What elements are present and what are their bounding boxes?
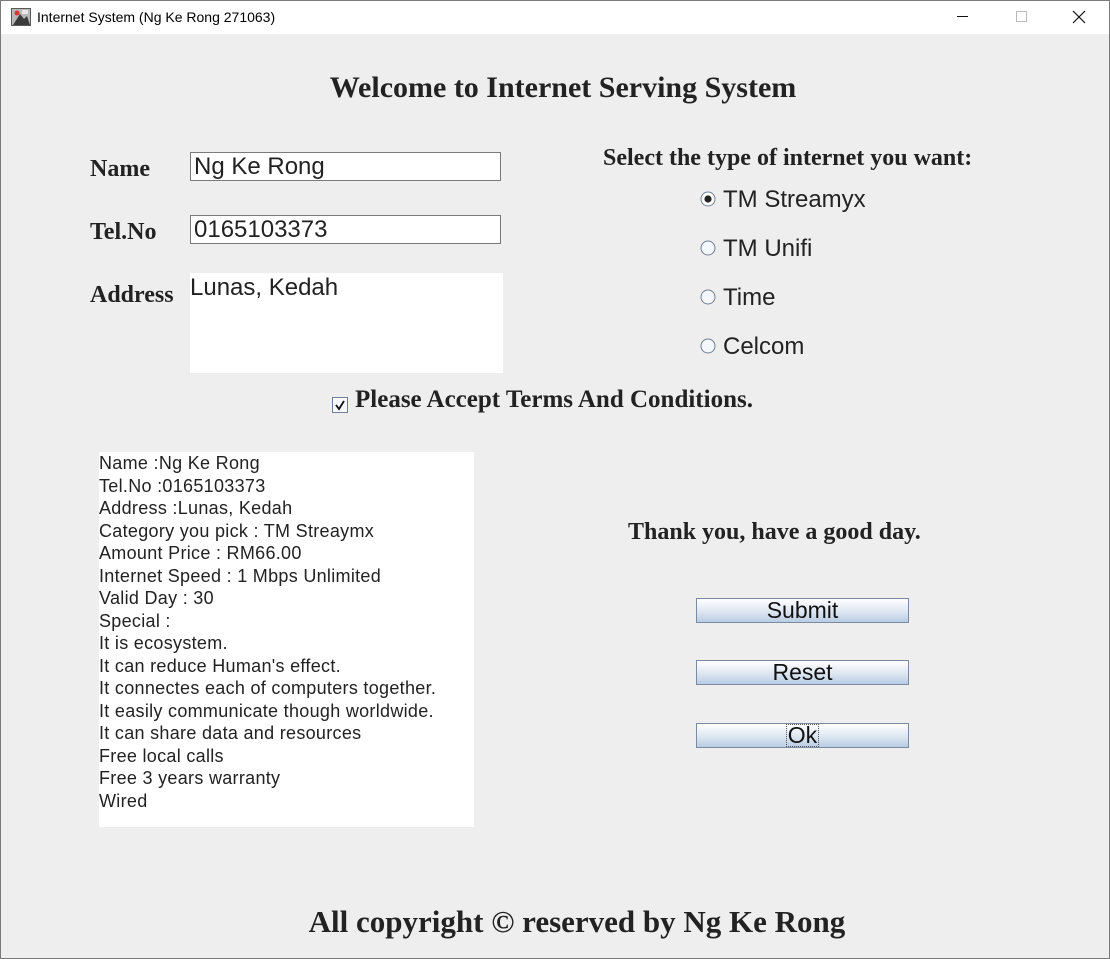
summary-textarea[interactable]: Name :Ng Ke Rong Tel.No :0165103373 Addr… xyxy=(99,452,474,827)
radio-label: Time xyxy=(723,284,776,311)
app-window: Internet System (Ng Ke Rong 271063) Welc… xyxy=(0,0,1110,959)
close-button[interactable] xyxy=(1049,1,1107,34)
radio-label: TM Unifi xyxy=(723,235,813,262)
radio-unselected-icon[interactable] xyxy=(700,289,716,305)
minimize-button[interactable] xyxy=(933,1,991,34)
summary-line: Tel.No :0165103373 xyxy=(99,475,266,496)
title-bar[interactable]: Internet System (Ng Ke Rong 271063) xyxy=(1,1,1109,34)
summary-line: Free 3 years warranty xyxy=(99,768,281,788)
summary-line: Special : xyxy=(99,610,171,631)
maximize-button[interactable] xyxy=(991,1,1049,34)
summary-line: Name :Ng Ke Rong xyxy=(99,453,260,473)
copyright-footer: All copyright © reserved by Ng Ke Rong xyxy=(308,904,846,939)
close-icon xyxy=(1072,10,1086,24)
address-label: Address xyxy=(90,282,174,308)
window-title: Internet System (Ng Ke Rong 271063) xyxy=(37,9,276,25)
page-title: Welcome to Internet Serving System xyxy=(329,71,797,104)
name-label: Name xyxy=(90,156,150,182)
summary-line: Wired xyxy=(99,790,148,811)
radio-unselected-icon[interactable] xyxy=(700,338,716,354)
radio-label: TM Streamyx xyxy=(723,186,866,213)
summary-line: Category you pick : TM Streaymx xyxy=(99,520,375,541)
summary-line: Valid Day : 30 xyxy=(99,588,214,608)
submit-button[interactable]: Submit xyxy=(696,598,909,623)
reset-button[interactable]: Reset xyxy=(696,660,909,685)
summary-line: Free local calls xyxy=(99,745,224,766)
minimize-icon xyxy=(957,16,968,17)
address-field[interactable]: Lunas, Kedah xyxy=(190,273,503,373)
summary-line: Amount Price : RM66.00 xyxy=(99,543,302,563)
tel-field[interactable]: 0165103373 xyxy=(190,215,501,244)
tel-label: Tel.No xyxy=(90,219,157,245)
thank-you-message: Thank you, have a good day. xyxy=(628,519,921,545)
ok-button[interactable]: Ok xyxy=(696,723,909,748)
ok-button-label: Ok xyxy=(785,722,820,748)
maximize-icon xyxy=(1016,11,1027,22)
radio-unselected-icon[interactable] xyxy=(700,240,716,256)
name-field[interactable]: Ng Ke Rong xyxy=(190,152,501,181)
java-app-icon[interactable] xyxy=(11,8,31,26)
summary-line: It can share data and resources xyxy=(99,723,362,743)
radio-selected-icon[interactable] xyxy=(700,191,716,207)
summary-line: It is ecosystem. xyxy=(99,633,228,653)
summary-line: It easily communicate though worldwide. xyxy=(99,700,434,721)
summary-line: Address :Lunas, Kedah xyxy=(99,498,293,518)
radio-label: Celcom xyxy=(723,333,805,360)
internet-type-label: Select the type of internet you want: xyxy=(603,145,973,171)
summary-line: Internet Speed : 1 Mbps Unlimited xyxy=(99,565,382,586)
summary-line: It connectes each of computers together. xyxy=(99,678,437,698)
terms-label: Please Accept Terms And Conditions. xyxy=(355,386,753,413)
checkbox-checked-icon[interactable] xyxy=(332,397,349,414)
summary-line: It can reduce Human's effect. xyxy=(99,655,341,676)
